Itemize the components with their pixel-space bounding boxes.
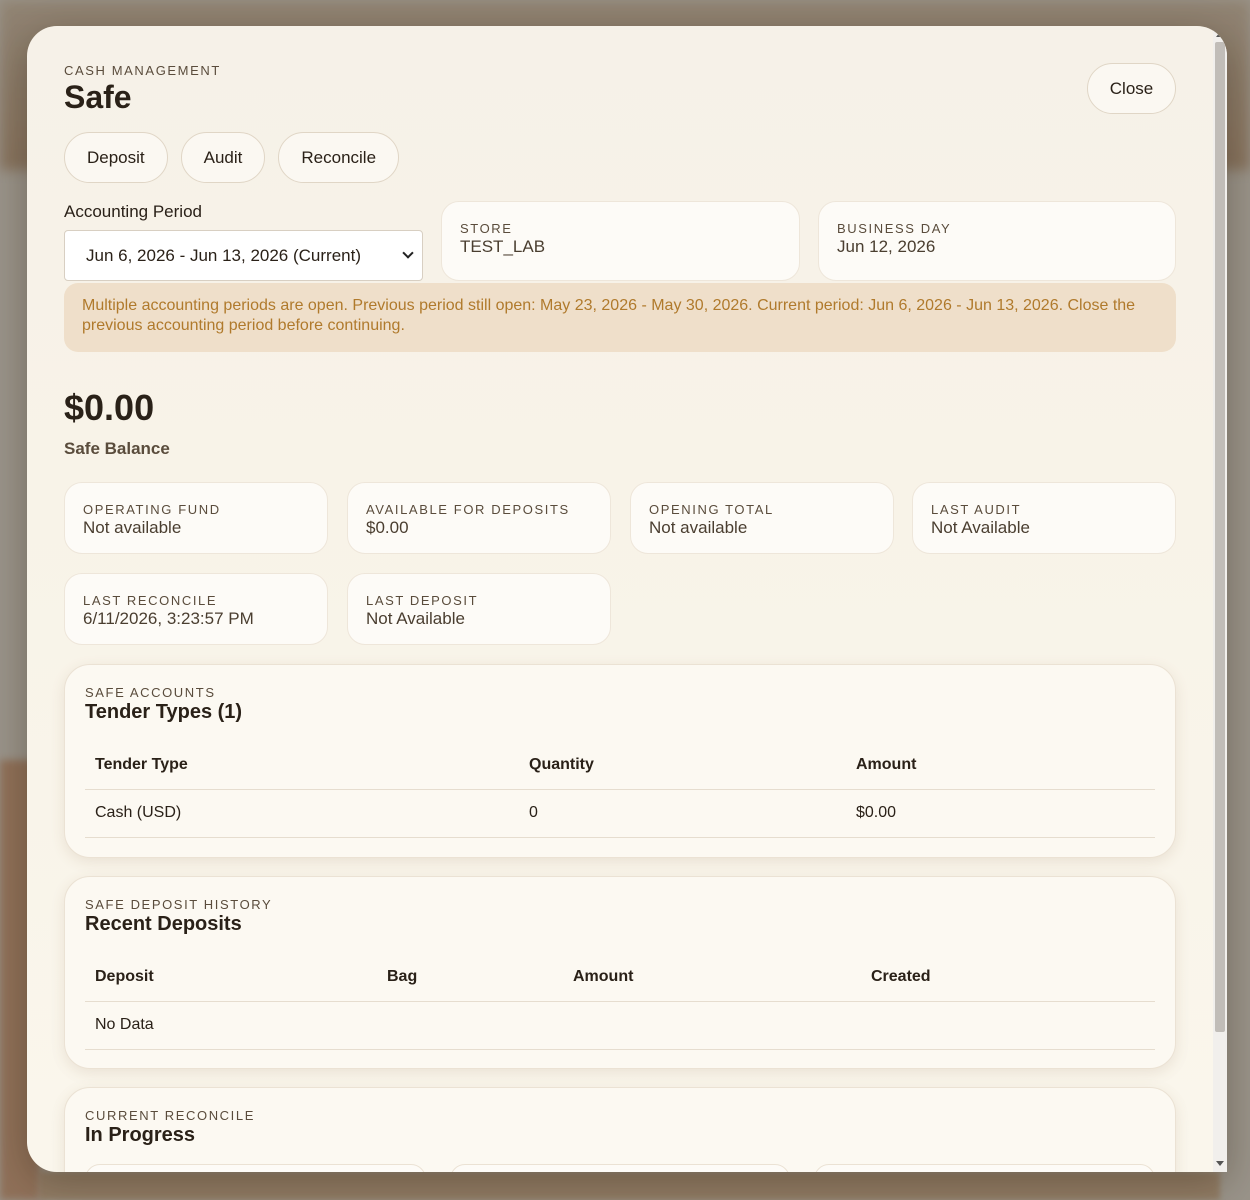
deposits-title: Recent Deposits	[85, 913, 242, 935]
stat-value: Not available	[83, 518, 182, 537]
reconcile-card	[85, 1164, 426, 1172]
column-header: Created	[861, 954, 1155, 1002]
column-header: Amount	[846, 742, 1155, 790]
stat-last-audit: LAST AUDIT Not Available	[912, 482, 1176, 554]
table-cell: $0.00	[846, 789, 1155, 838]
table-header-row: Tender Type Quantity Amount	[85, 742, 1155, 790]
column-header: Quantity	[519, 742, 846, 790]
deposits-table: Deposit Bag Amount Created No Data	[85, 954, 1155, 1050]
stat-value: 6/11/2026, 3:23:57 PM	[83, 609, 254, 628]
business-day-value: Jun 12, 2026	[837, 237, 936, 256]
column-header: Deposit	[85, 954, 377, 1002]
safe-balance-label: Safe Balance	[64, 439, 170, 458]
period-label: Accounting Period	[64, 202, 202, 221]
stat-label: OPENING TOTAL	[649, 502, 774, 517]
audit-button[interactable]: Audit	[180, 132, 266, 183]
stat-value: Not available	[649, 518, 748, 537]
reconcile-cards	[85, 1164, 1156, 1172]
tender-eyebrow: SAFE ACCOUNTS	[85, 685, 216, 700]
tender-types-panel: SAFE ACCOUNTS Tender Types (1) Tender Ty…	[64, 664, 1176, 858]
store-card: STORE TEST_LAB	[441, 201, 800, 281]
vertical-scrollbar[interactable]	[1213, 26, 1227, 1172]
stat-value: $0.00	[366, 518, 409, 537]
reconcile-title: In Progress	[85, 1124, 196, 1146]
title-block: CASH MANAGEMENT Safe	[64, 63, 221, 115]
column-header: Tender Type	[85, 742, 519, 790]
period-alert: Multiple accounting periods are open. Pr…	[64, 283, 1176, 352]
table-cell: Cash (USD)	[85, 789, 519, 838]
current-reconcile-panel: CURRENT RECONCILE In Progress	[64, 1087, 1176, 1172]
stat-label: OPERATING FUND	[83, 502, 221, 517]
safe-balance-amount: $0.00	[64, 387, 155, 428]
column-header: Amount	[563, 954, 861, 1002]
table-row[interactable]: Cash (USD) 0 $0.00	[85, 789, 1155, 838]
store-label: STORE	[460, 221, 513, 236]
table-row: No Data	[85, 1001, 1155, 1050]
deposit-button[interactable]: Deposit	[64, 132, 168, 183]
modal-eyebrow: CASH MANAGEMENT	[64, 63, 221, 78]
safe-modal: CASH MANAGEMENT Safe Close Deposit Audit…	[27, 26, 1227, 1172]
reconcile-card	[449, 1164, 791, 1172]
store-value: TEST_LAB	[460, 237, 546, 256]
stat-opening-total: OPENING TOTAL Not available	[630, 482, 894, 554]
stat-label: AVAILABLE FOR DEPOSITS	[366, 502, 570, 517]
reconcile-button[interactable]: Reconcile	[278, 132, 400, 183]
action-bar: Deposit Audit Reconcile	[64, 132, 400, 183]
stat-label: LAST AUDIT	[931, 502, 1022, 517]
stat-last-reconcile: LAST RECONCILE 6/11/2026, 3:23:57 PM	[64, 573, 328, 645]
chevron-down-icon	[402, 247, 414, 259]
stat-value: Not Available	[931, 518, 1030, 537]
reconcile-card	[814, 1164, 1156, 1172]
stat-value: Not Available	[366, 609, 465, 628]
scroll-down-arrow-icon[interactable]	[1216, 1161, 1224, 1166]
empty-state: No Data	[85, 1001, 1155, 1050]
table-header-row: Deposit Bag Amount Created	[85, 954, 1155, 1002]
business-day-card: BUSINESS DAY Jun 12, 2026	[818, 201, 1176, 281]
stat-label: LAST DEPOSIT	[366, 593, 479, 608]
tender-table: Tender Type Quantity Amount Cash (USD) 0…	[85, 742, 1155, 838]
stat-available-for-deposits: AVAILABLE FOR DEPOSITS $0.00	[347, 482, 611, 554]
table-cell: 0	[519, 789, 846, 838]
recent-deposits-panel: SAFE DEPOSIT HISTORY Recent Deposits Dep…	[64, 876, 1176, 1069]
business-day-label: BUSINESS DAY	[837, 221, 952, 236]
period-selected-value: Jun 6, 2026 - Jun 13, 2026 (Current)	[86, 245, 361, 265]
scroll-up-arrow-icon[interactable]	[1216, 32, 1224, 37]
reconcile-eyebrow: CURRENT RECONCILE	[85, 1108, 255, 1123]
balance-block: $0.00 Safe Balance	[64, 387, 170, 459]
stat-label: LAST RECONCILE	[83, 593, 218, 608]
tender-title: Tender Types (1)	[85, 701, 243, 723]
background-bottom	[40, 1172, 1220, 1200]
period-select[interactable]: Jun 6, 2026 - Jun 13, 2026 (Current)	[64, 230, 423, 281]
column-header: Bag	[377, 954, 563, 1002]
deposits-eyebrow: SAFE DEPOSIT HISTORY	[85, 897, 273, 912]
scrollbar-thumb[interactable]	[1215, 42, 1225, 1032]
stat-last-deposit: LAST DEPOSIT Not Available	[347, 573, 611, 645]
stat-operating-fund: OPERATING FUND Not available	[64, 482, 328, 554]
page-title: Safe	[64, 79, 132, 115]
close-button[interactable]: Close	[1087, 63, 1176, 114]
